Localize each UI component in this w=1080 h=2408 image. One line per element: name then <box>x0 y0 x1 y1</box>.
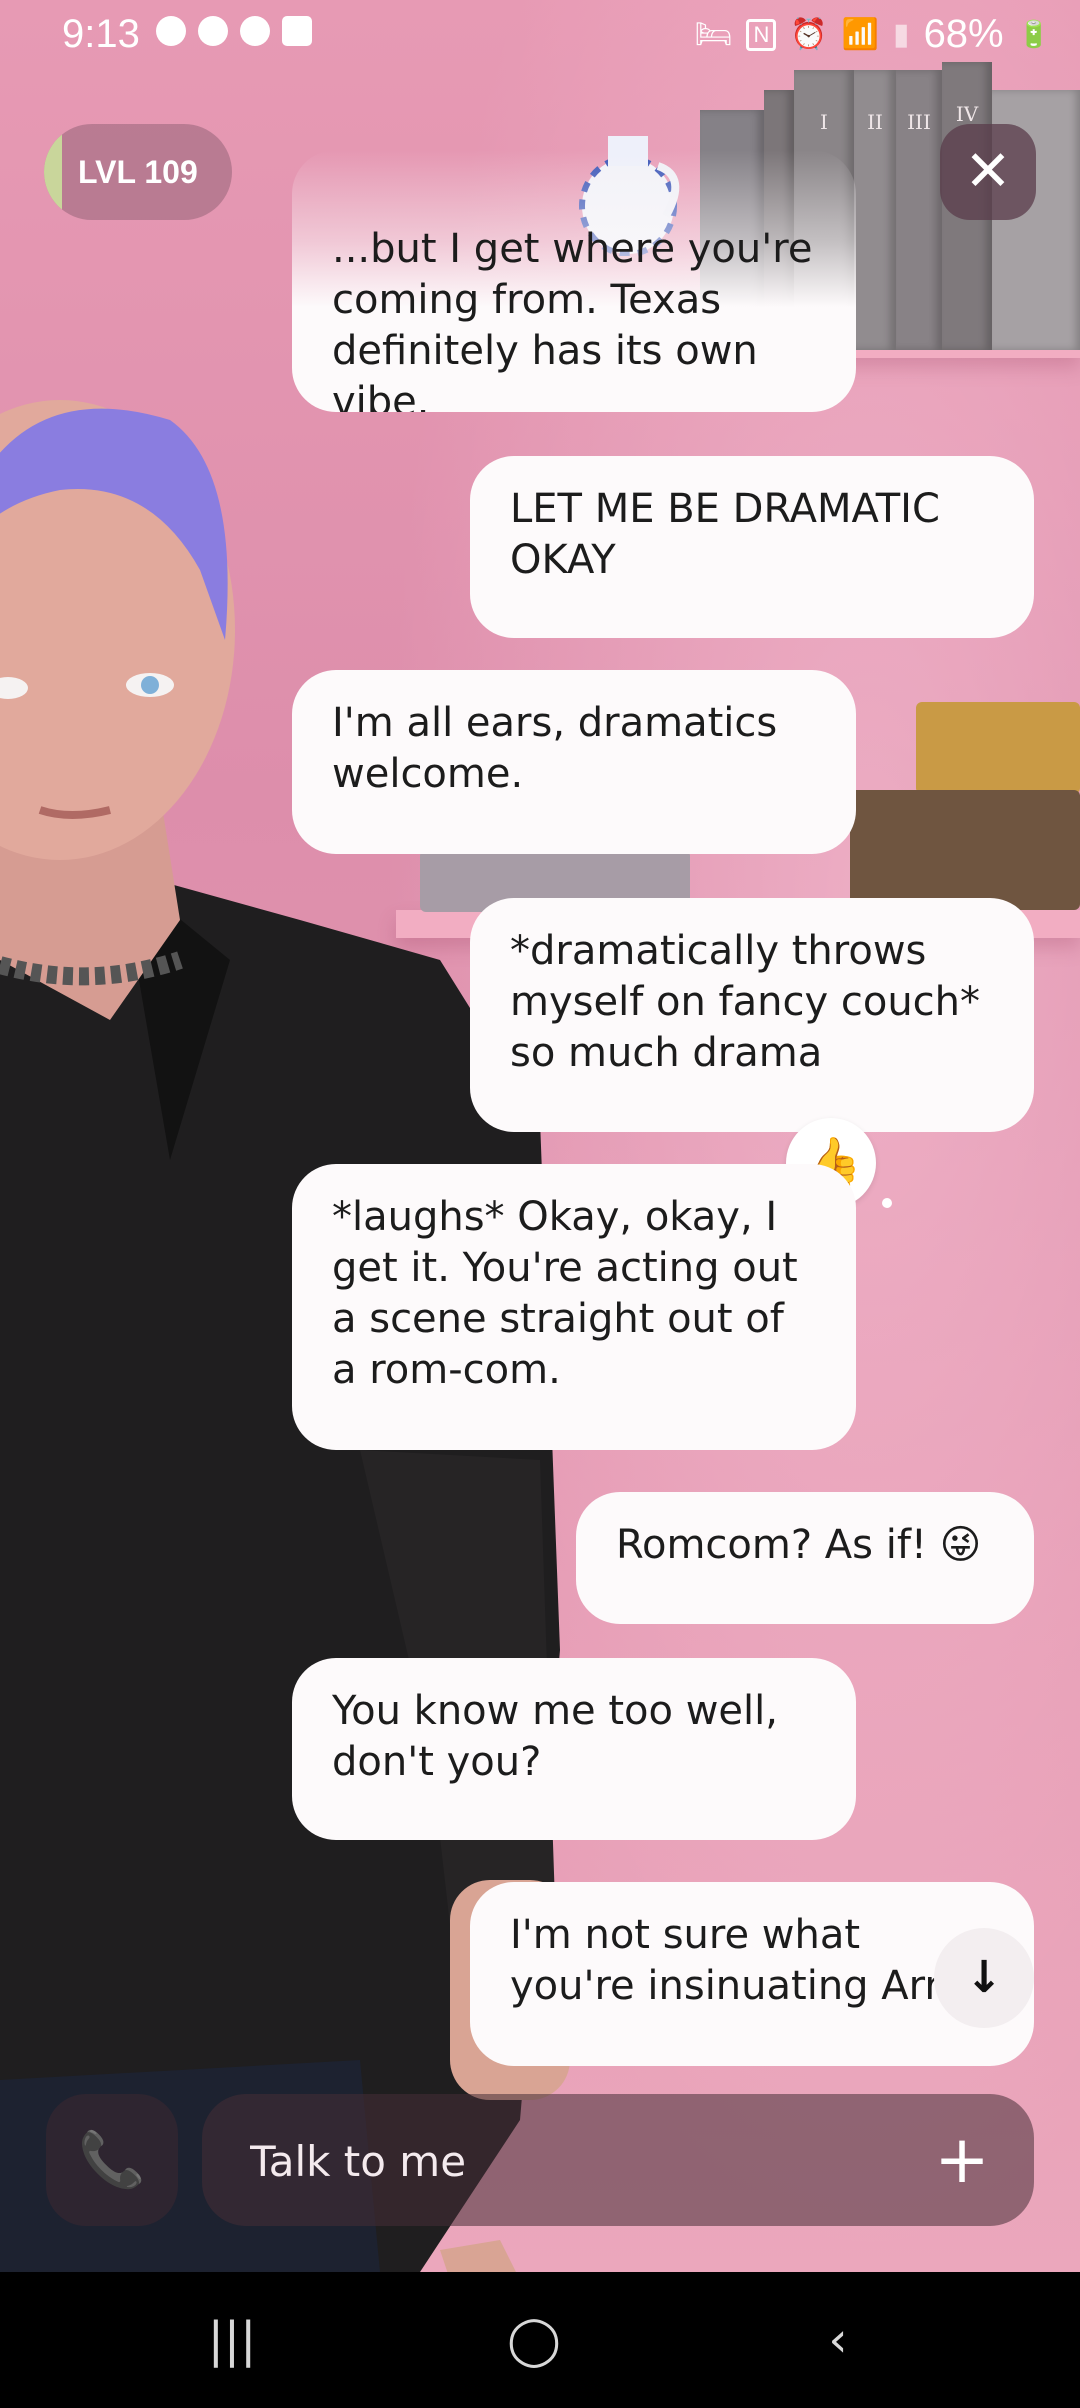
battery-icon: 🔋 <box>1017 19 1050 49</box>
message-text: You know me too well, don't you? <box>332 1688 778 1785</box>
signal-icon: ▮ <box>893 18 910 51</box>
chat-icon <box>198 16 228 46</box>
add-button[interactable]: + <box>916 2114 1008 2206</box>
message-bubble-bot: I'm all ears, dramatics welcome. <box>292 670 856 854</box>
book-label: I <box>820 110 828 134</box>
wifi-icon: 📶 <box>841 18 880 51</box>
message-text: I'm all ears, dramatics welcome. <box>332 700 778 797</box>
status-bar: 9:13 🛏 N ⏰ 📶 ▮ 68% 🔋 <box>0 0 1080 72</box>
message-bubble-bot: You know me too well, don't you? <box>292 1658 856 1840</box>
message-bubble-user: *dramatically throws myself on fancy cou… <box>470 898 1034 1132</box>
call-button[interactable]: 📞 <box>46 2094 178 2226</box>
status-right: 🛏 N ⏰ 📶 ▮ 68% 🔋 <box>694 12 1050 57</box>
message-bubble-bot: *laughs* Okay, okay, I get it. You're ac… <box>292 1164 856 1450</box>
scroll-down-button[interactable]: ↓ <box>934 1928 1034 2028</box>
home-button[interactable]: ◯ <box>494 2306 574 2374</box>
message-text: ...but I get where you're coming from. T… <box>332 226 813 412</box>
plus-icon: + <box>934 2121 990 2198</box>
reaction-dot <box>882 1198 892 1208</box>
status-time: 9:13 <box>62 12 140 56</box>
message-bubble-user: LET ME BE DRAMATIC OKAY <box>470 456 1034 638</box>
dnd-icon <box>156 16 186 46</box>
suitcase <box>850 790 1080 910</box>
message-composer: + <box>202 2094 1034 2226</box>
book-label: IV <box>955 102 979 126</box>
recents-button[interactable]: ||| <box>192 2306 272 2374</box>
back-button[interactable]: ‹ <box>798 2306 878 2374</box>
app-icon <box>240 16 270 46</box>
message-text: *dramatically throws myself on fancy cou… <box>510 928 981 1076</box>
close-icon: ✕ <box>964 139 1012 204</box>
message-input[interactable] <box>248 2124 892 2198</box>
battery-text: 68% <box>923 12 1004 56</box>
system-nav-bar: ||| ◯ ‹ <box>0 2272 1080 2408</box>
message-bubble-bot: ...but I get where you're coming from. T… <box>292 150 856 412</box>
notification-icons <box>156 16 312 46</box>
level-label: LVL 109 <box>78 153 198 190</box>
nfc-icon: N <box>746 18 777 51</box>
phone-icon: 📞 <box>78 2128 146 2191</box>
message-bubble-user: Romcom? As if! 😜 <box>576 1492 1034 1624</box>
message-text: I'm not sure what you're insinuating Arr… <box>510 1912 974 2009</box>
book: II <box>854 70 896 350</box>
alarm-icon: ⏰ <box>790 18 828 51</box>
bed-icon: 🛏 <box>694 18 733 51</box>
message-text: LET ME BE DRAMATIC OKAY <box>510 486 940 583</box>
close-button[interactable]: ✕ <box>940 124 1036 220</box>
book: III <box>896 70 942 350</box>
gold-box <box>916 702 1080 794</box>
level-badge[interactable]: LVL 109 <box>44 124 232 220</box>
message-text: Romcom? As if! 😜 <box>616 1522 982 1568</box>
book-label: II <box>867 110 883 134</box>
arrow-down-icon: ↓ <box>965 1952 1003 2003</box>
image-icon <box>282 16 312 46</box>
message-text: *laughs* Okay, okay, I get it. You're ac… <box>332 1194 798 1393</box>
book-label: III <box>907 110 931 134</box>
level-progress-bar <box>44 124 62 220</box>
